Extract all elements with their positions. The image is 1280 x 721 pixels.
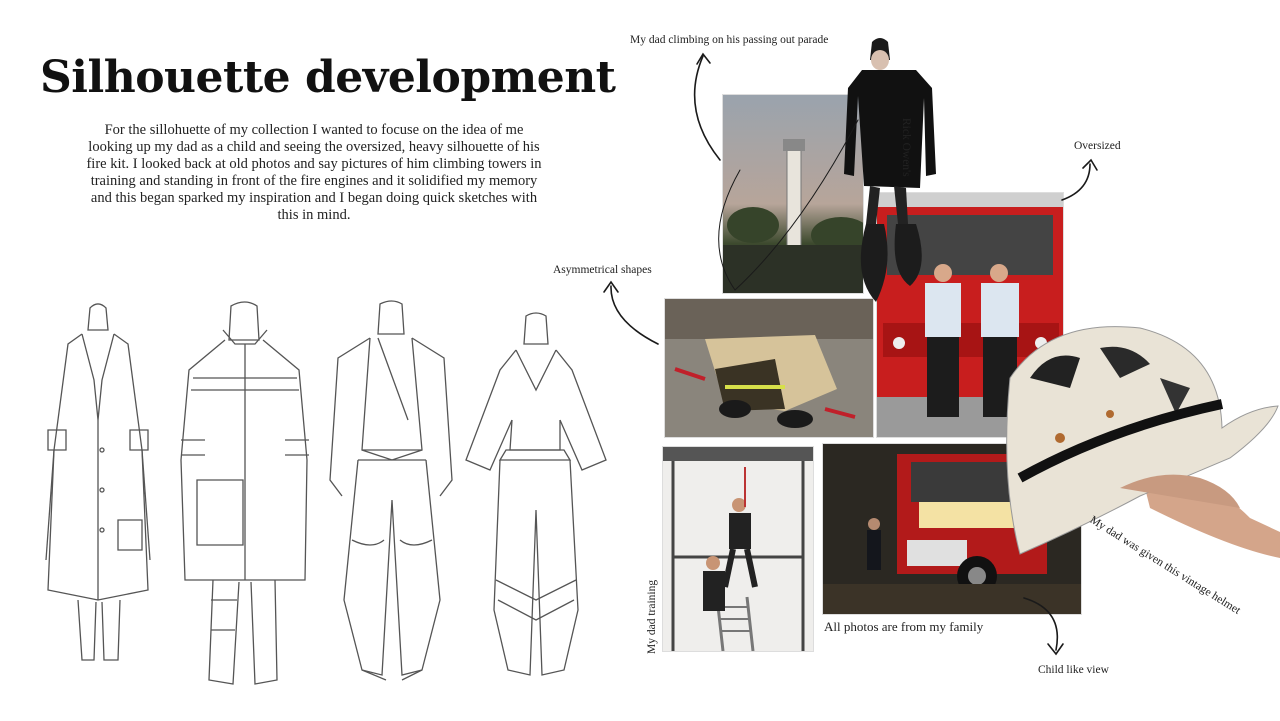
- annotation-rick-owens: Rick Owen's: [900, 118, 912, 177]
- annotation-oversized: Oversized: [1074, 140, 1121, 152]
- annotation-asymmetrical: Asymmetrical shapes: [553, 264, 652, 276]
- annotation-climbing: My dad climbing on his passing out parad…: [630, 34, 829, 46]
- annotation-arrows: [603, 52, 1098, 656]
- annotation-child-view: Child like view: [1038, 664, 1109, 676]
- annotation-dad-training: My dad training: [646, 579, 658, 654]
- annotation-all-photos: All photos are from my family: [824, 619, 984, 634]
